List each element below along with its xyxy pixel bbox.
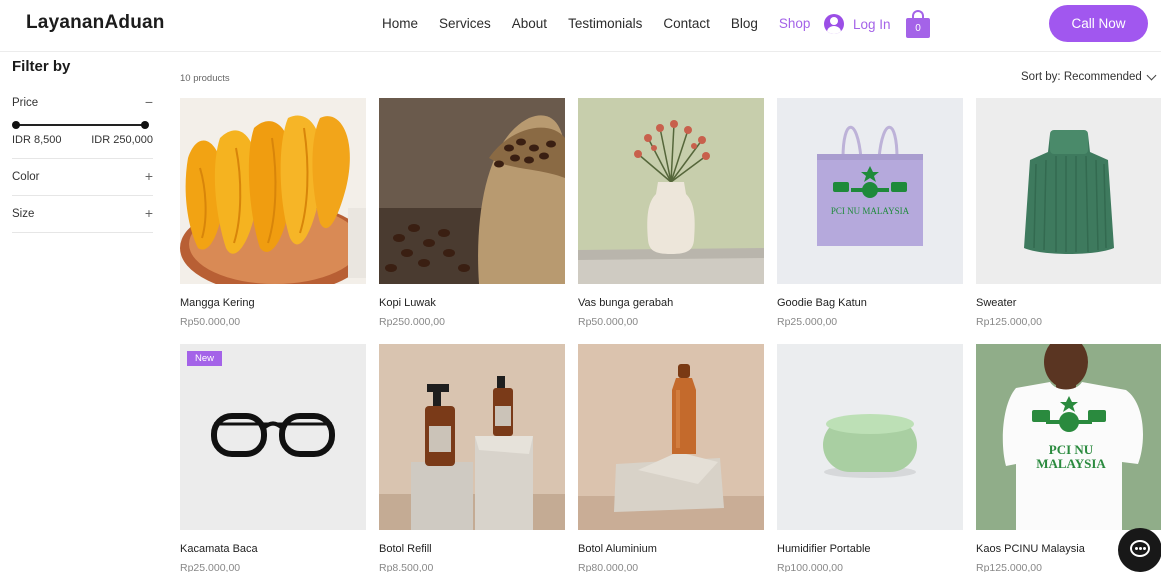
call-now-button[interactable]: Call Now [1049,5,1148,42]
slider-min-handle[interactable] [12,121,20,129]
product-image-tshirt[interactable]: PCI NU MALAYSIA [976,344,1161,530]
product-card[interactable]: Botol Refill Rp8.500,00 [379,344,565,572]
user-avatar-icon [824,14,844,34]
product-price: Rp125.000,00 [976,316,1042,328]
product-card[interactable]: Mangga Kering Rp50.000,00 [180,98,366,328]
product-card[interactable]: Vas bunga gerabah Rp50.000,00 [578,98,764,328]
product-price: Rp25.000,00 [777,316,838,328]
shirt-print-line: MALAYSIA [1036,456,1106,471]
product-card[interactable]: Sweater Rp125.000,00 [976,98,1161,328]
collapse-icon[interactable]: − [145,95,153,109]
product-price: Rp50.000,00 [578,316,639,328]
site-logo[interactable]: LayananAduan [26,12,165,34]
product-card[interactable]: Botol Aluminium Rp80.000,00 [578,344,764,572]
product-price: Rp250.000,00 [379,316,445,328]
nav-home[interactable]: Home [382,16,418,31]
product-name[interactable]: Humidifier Portable [777,543,963,555]
nav-about[interactable]: About [512,16,547,31]
product-image-mango[interactable] [180,98,366,284]
product-name[interactable]: Kacamata Baca [180,543,366,555]
chat-dot [1135,547,1138,550]
product-card[interactable]: Kopi Luwak Rp250.000,00 [379,98,565,328]
product-name[interactable]: Sweater [976,297,1161,309]
chat-dot [1143,547,1146,550]
product-name[interactable]: Botol Aluminium [578,543,764,555]
product-image-aluminium-bottle[interactable] [578,344,764,530]
price-max-value: IDR 250,000 [91,134,153,146]
product-price: Rp8.500,00 [379,562,434,572]
product-card[interactable]: New Kacamata Baca Rp25.000,00 [180,344,366,572]
product-name[interactable]: Botol Refill [379,543,565,555]
size-filter[interactable]: Size + [12,196,153,233]
color-filter[interactable]: Color + [12,159,153,196]
product-image-humidifier[interactable] [777,344,963,530]
shirt-print-text: PCI NU MALAYSIA [1026,443,1116,471]
chat-dot [1139,547,1142,550]
login-button[interactable]: Log In [824,14,891,34]
product-card[interactable]: PCI NU MALAYSIA Goodie Bag Katun Rp25.00… [777,98,963,328]
chat-button[interactable] [1118,528,1161,572]
nav-blog[interactable]: Blog [731,16,758,31]
slider-max-handle[interactable] [141,121,149,129]
product-price: Rp50.000,00 [180,316,241,328]
product-price: Rp80.000,00 [578,562,639,572]
product-image-refill-bottle[interactable] [379,344,565,530]
price-min-value: IDR 8,500 [12,134,62,146]
product-card[interactable]: Humidifier Portable Rp100.000,00 [777,344,963,572]
product-price: Rp100.000,00 [777,562,843,572]
expand-icon[interactable]: + [145,169,153,183]
shirt-print-line: PCI NU [1048,442,1094,457]
cart-count: 0 [906,18,930,38]
login-label: Log In [853,16,891,32]
main-nav: Home Services About Testimonials Contact… [382,16,810,31]
product-price: Rp25.000,00 [180,562,241,572]
color-filter-label: Color [12,171,40,183]
nav-contact[interactable]: Contact [663,16,710,31]
filter-title: Filter by [12,58,71,75]
product-name[interactable]: Goodie Bag Katun [777,297,963,309]
product-image-glasses[interactable]: New [180,344,366,530]
expand-icon[interactable]: + [145,206,153,220]
price-range-values: IDR 8,500 IDR 250,000 [12,134,153,159]
price-range-slider[interactable] [12,118,153,132]
sort-label: Sort by: Recommended [1021,71,1142,83]
nav-services[interactable]: Services [439,16,491,31]
filter-sidebar: Filter by Price − IDR 8,500 IDR 250,000 … [12,58,153,233]
nav-testimonials[interactable]: Testimonials [568,16,642,31]
cart-button[interactable]: 0 [906,10,930,38]
bag-print-text: PCI NU MALAYSIA [830,206,910,216]
chevron-down-icon [1146,70,1157,80]
price-filter-label: Price [12,97,39,109]
product-image-vase[interactable] [578,98,764,284]
slider-track [15,124,146,126]
size-filter-label: Size [12,208,35,220]
product-name[interactable]: Mangga Kering [180,297,366,309]
sort-dropdown[interactable]: Sort by: Recommended [1021,70,1157,83]
product-name[interactable]: Kopi Luwak [379,297,565,309]
product-count: 10 products [180,73,230,84]
product-image-goodie-bag[interactable]: PCI NU MALAYSIA [777,98,963,284]
price-filter-header[interactable]: Price − [12,95,153,109]
product-name[interactable]: Vas bunga gerabah [578,297,764,309]
product-image-coffee[interactable] [379,98,565,284]
product-image-sweater[interactable] [976,98,1161,284]
site-header: LayananAduan Home Services About Testimo… [0,0,1161,52]
new-badge: New [187,351,223,366]
nav-shop[interactable]: Shop [779,16,811,31]
